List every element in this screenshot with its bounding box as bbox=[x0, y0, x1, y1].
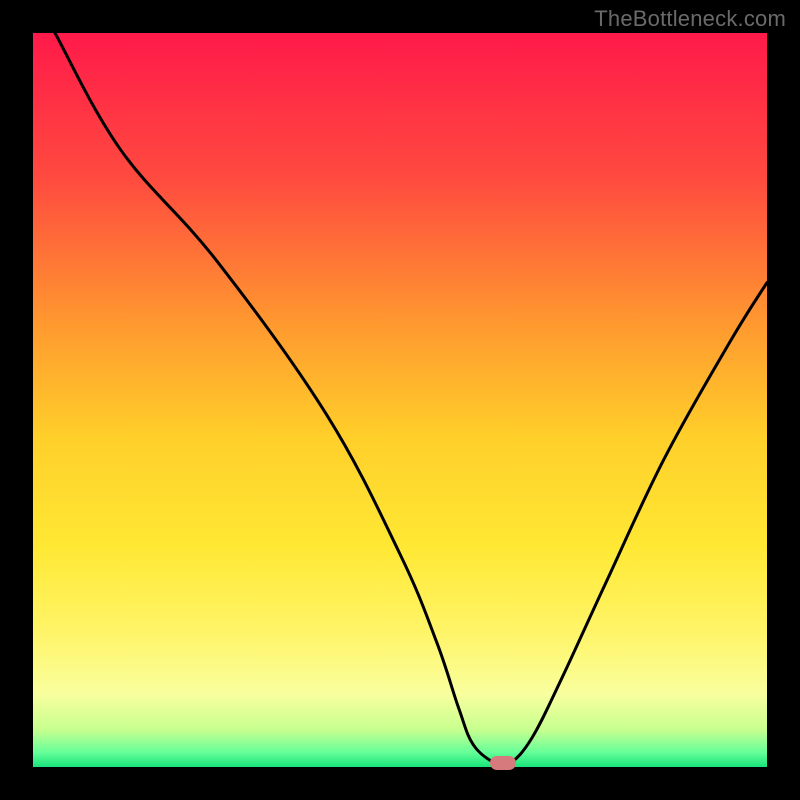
watermark-text: TheBottleneck.com bbox=[594, 6, 786, 32]
optimum-marker bbox=[490, 756, 516, 770]
chart-svg bbox=[33, 33, 767, 767]
chart-background-gradient bbox=[33, 33, 767, 767]
chart-plot-area bbox=[33, 33, 767, 767]
